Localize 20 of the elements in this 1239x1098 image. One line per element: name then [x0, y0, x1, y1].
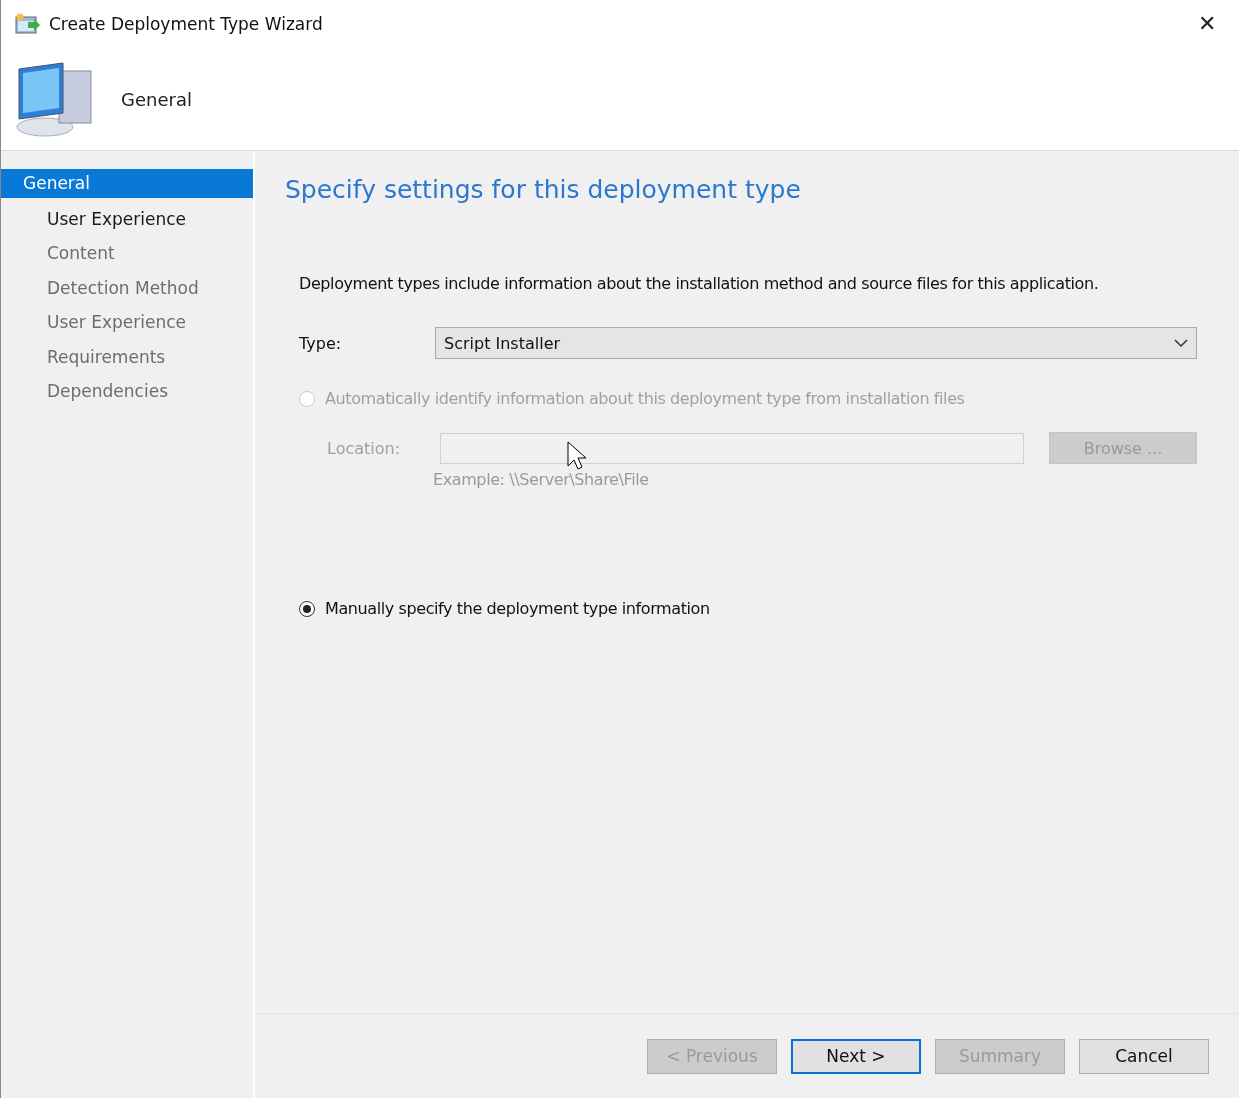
option-label: Manually specify the deployment type information: [325, 599, 710, 618]
type-label: Type:: [299, 333, 342, 353]
chevron-down-icon: [1174, 338, 1188, 348]
nav-item[interactable]: User Experience: [1, 203, 253, 238]
window-title: Create Deployment Type Wizard: [49, 14, 324, 34]
mouse-pointer-icon: [567, 441, 587, 471]
description-text: Deployment types include information about the installation method and source files for this application.: [299, 274, 1100, 293]
close-button[interactable]: ✕: [1187, 4, 1227, 44]
option-label: Automatically identify information about this deployment type from installation files: [325, 389, 965, 408]
wizard-icon: [15, 13, 41, 35]
type-dropdown[interactable]: Script Installer: [435, 327, 1197, 359]
page-title: General: [121, 88, 192, 110]
page-heading: Specify settings for this deployment type: [285, 175, 802, 204]
nav-item[interactable]: General: [1, 169, 253, 198]
radio-button[interactable]: [299, 600, 315, 617]
computer-icon: [15, 61, 95, 137]
example-text: Example: \\Server\Share\File: [433, 470, 650, 489]
location-label: Location:: [327, 438, 401, 458]
wizard-button[interactable]: Next >: [791, 1038, 921, 1074]
wizard-button[interactable]: Cancel: [1079, 1038, 1209, 1074]
